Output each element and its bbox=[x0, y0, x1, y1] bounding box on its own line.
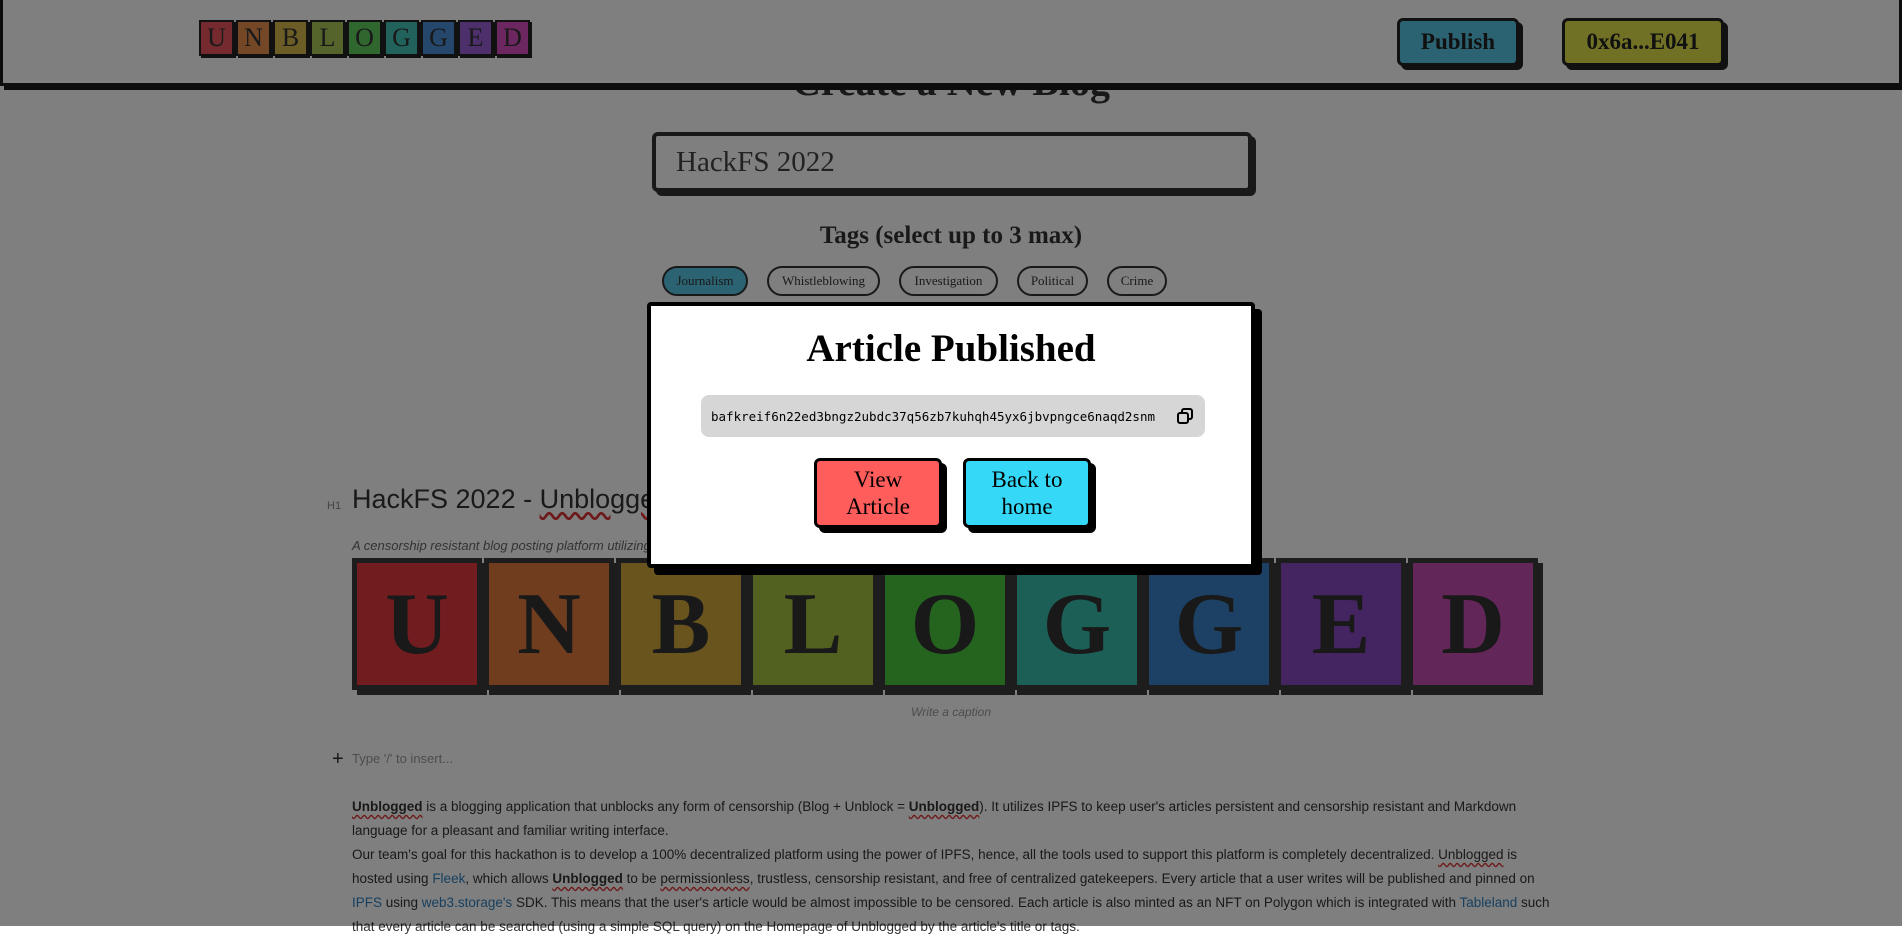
article-published-modal: Article Published bafkreif6n22ed3bngz2ub… bbox=[647, 302, 1255, 568]
cid-display: bafkreif6n22ed3bngz2ubdc37q56zb7kuhqh45y… bbox=[701, 395, 1205, 437]
back-to-home-button[interactable]: Back to home bbox=[963, 458, 1091, 528]
modal-title: Article Published bbox=[806, 327, 1096, 370]
view-article-button[interactable]: View Article bbox=[814, 458, 942, 528]
cid-text[interactable]: bafkreif6n22ed3bngz2ubdc37q56zb7kuhqh45y… bbox=[711, 409, 1175, 424]
copy-icon[interactable] bbox=[1175, 406, 1195, 426]
view-article-label: View Article bbox=[846, 467, 910, 519]
back-to-home-label: Back to home bbox=[991, 467, 1063, 519]
